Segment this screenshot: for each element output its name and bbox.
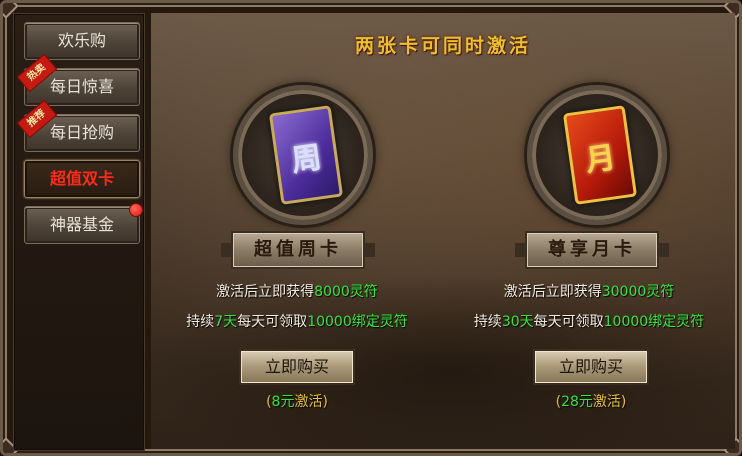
price-value: 8元 bbox=[271, 394, 295, 410]
desc-text: 持续 bbox=[473, 314, 502, 330]
week-card-price: (8元激活) bbox=[227, 391, 367, 411]
desc-value: 30天 bbox=[501, 314, 534, 330]
sidebar-item-label: 每日抢购 bbox=[49, 123, 114, 142]
sidebar-item-label: 神器基金 bbox=[49, 215, 114, 234]
desc-text: 激活后立即获得 bbox=[503, 284, 602, 300]
sidebar-item-label: 超值双卡 bbox=[49, 169, 114, 188]
buy-week-card-button[interactable]: 立即购买 bbox=[239, 349, 355, 385]
week-card-name: 超值周卡 bbox=[221, 231, 375, 269]
card-glyph: 周 bbox=[289, 140, 324, 179]
price-value: 28元 bbox=[561, 394, 593, 410]
purple-card-icon[interactable]: 周 bbox=[268, 105, 344, 205]
red-dot-icon bbox=[129, 203, 143, 217]
desc-value: 30000灵符 bbox=[601, 284, 675, 300]
sidebar-item-double-card[interactable]: 超值双卡 bbox=[24, 160, 140, 198]
month-card-name: 尊享月卡 bbox=[515, 231, 669, 269]
card-glyph: 月 bbox=[583, 140, 618, 179]
sidebar-item-artifact-fund[interactable]: 神器基金 bbox=[24, 203, 143, 244]
month-card-price: (28元激活) bbox=[521, 391, 661, 411]
desc-value: 10000绑定灵符 bbox=[307, 314, 408, 330]
desc-value: 10000绑定灵符 bbox=[603, 314, 705, 330]
sidebar-item-label: 欢乐购 bbox=[57, 31, 106, 50]
month-card-desc-2: 持续30天每天可领取10000绑定灵符 bbox=[443, 311, 735, 331]
sidebar-item-daily-surprise[interactable]: 热卖 每日惊喜 bbox=[16, 53, 140, 106]
page-title: 两张卡可同时激活 bbox=[354, 35, 531, 57]
desc-text: 激活后立即获得 bbox=[216, 284, 315, 300]
desc-value: 8000灵符 bbox=[314, 284, 378, 300]
sidebar-item-label: 每日惊喜 bbox=[49, 77, 114, 96]
sidebar-item-happy-buy[interactable]: 欢乐购 bbox=[24, 22, 140, 60]
sidebar: 欢乐购 热卖 每日惊喜 推荐 每日抢购 超值双卡 神器基金 bbox=[13, 13, 145, 451]
price-text: 激活) bbox=[592, 394, 627, 410]
week-card-emblem: 周 bbox=[233, 85, 373, 225]
desc-text: 持续 bbox=[186, 314, 215, 330]
desc-value: 7天 bbox=[214, 314, 238, 330]
month-card-desc-1: 激活后立即获得30000灵符 bbox=[443, 281, 735, 301]
desc-text: 每天可领取 bbox=[533, 314, 604, 330]
gold-dragon-card-icon[interactable]: 月 bbox=[562, 105, 638, 205]
week-card-desc-2: 持续7天每天可领取10000绑定灵符 bbox=[151, 311, 443, 331]
desc-text: 每天可领取 bbox=[237, 314, 308, 330]
sidebar-item-daily-flash-sale[interactable]: 推荐 每日抢购 bbox=[16, 99, 140, 152]
price-text: 激活) bbox=[294, 394, 328, 410]
month-card-emblem: 月 bbox=[527, 85, 667, 225]
main-panel: 两张卡可同时激活 周 超值周卡 激活后立即获得8000灵符 持续7天每天可领取1… bbox=[151, 13, 735, 449]
buy-month-card-button[interactable]: 立即购买 bbox=[533, 349, 649, 385]
window-frame: 欢乐购 热卖 每日惊喜 推荐 每日抢购 超值双卡 神器基金 两张卡可同时激活 周… bbox=[0, 0, 742, 456]
week-card-desc-1: 激活后立即获得8000灵符 bbox=[151, 281, 443, 301]
